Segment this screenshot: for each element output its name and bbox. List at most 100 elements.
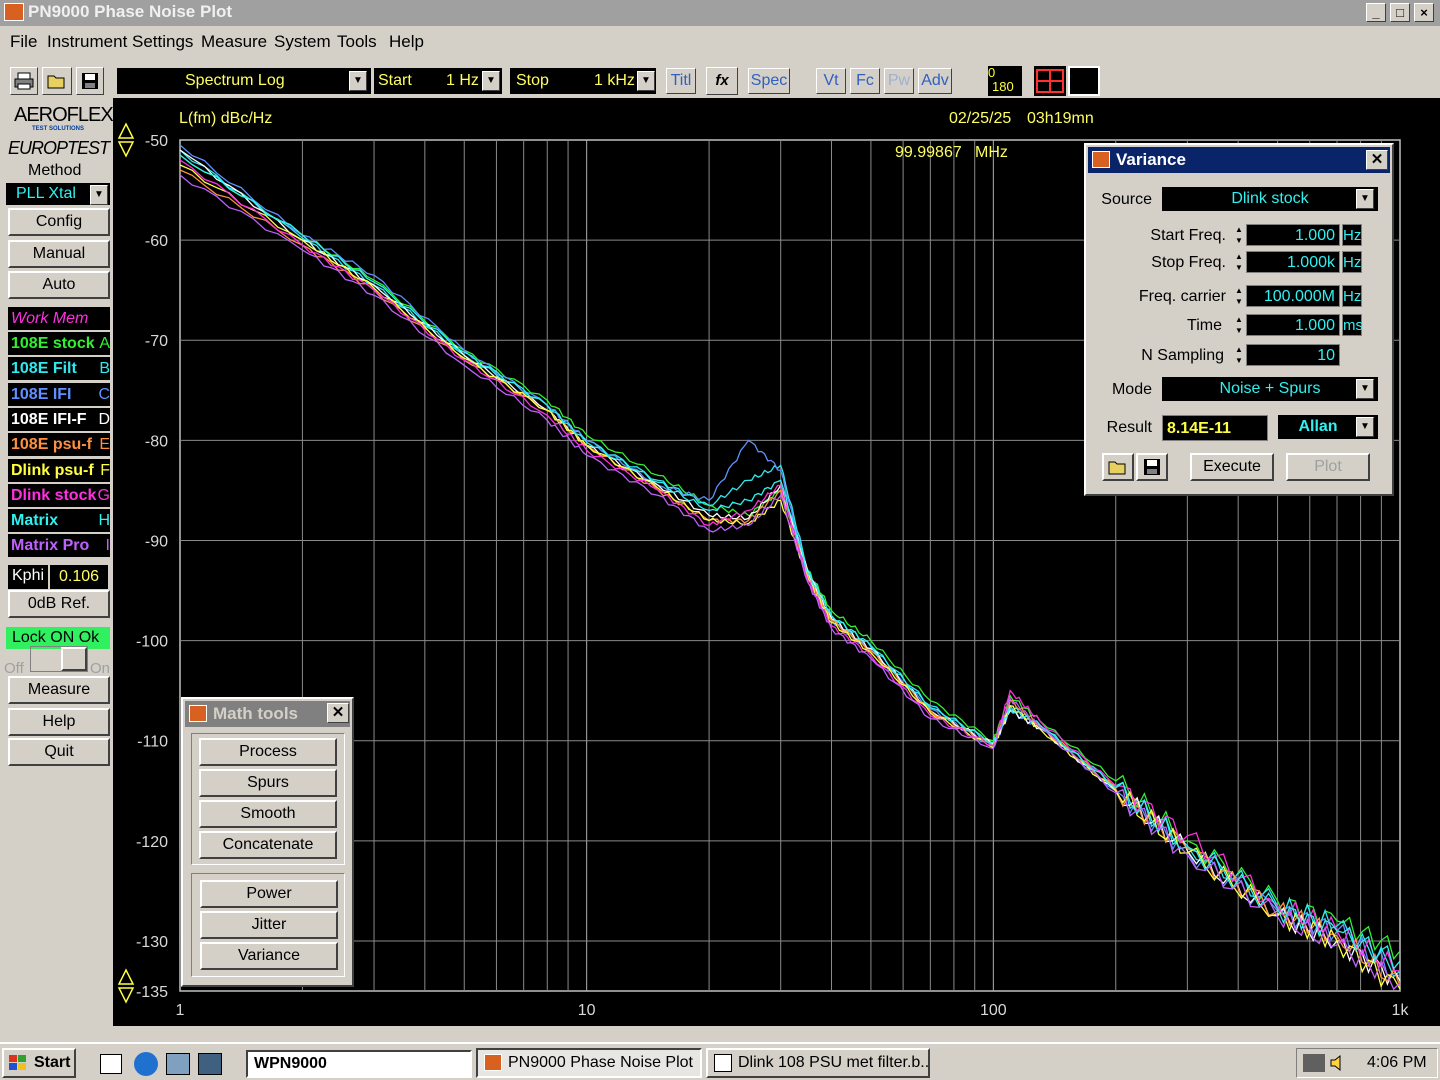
chevron-down-icon[interactable]: ▼ <box>482 71 500 91</box>
close-icon[interactable]: ✕ <box>1366 150 1388 170</box>
minimize-button[interactable]: _ <box>1366 3 1386 22</box>
freq-carrier-spinner[interactable]: ▲ ▼ <box>1234 285 1244 307</box>
menu-instrument[interactable]: Instrument <box>47 32 127 52</box>
n-sampling-field[interactable]: 10 <box>1246 344 1340 366</box>
toggle-handle[interactable] <box>61 647 87 671</box>
auto-button[interactable]: Auto <box>8 271 110 299</box>
quicklaunch-network-icon[interactable] <box>166 1053 190 1075</box>
europtest-logo: EUROPTEST <box>8 136 112 162</box>
start-freq-select[interactable]: Start 1 Hz ▼ <box>374 68 502 94</box>
print-button[interactable] <box>10 67 38 95</box>
jitter-button[interactable]: Jitter <box>200 911 338 939</box>
floppy-disk-icon <box>82 73 98 89</box>
measure-button[interactable]: Measure <box>8 676 110 704</box>
variance-type-select[interactable]: Allan ▼ <box>1278 415 1378 439</box>
memory-button[interactable]: Matrix H <box>8 509 110 533</box>
memory-button[interactable]: 108E psu-f E <box>8 433 110 457</box>
menu-settings[interactable]: Settings <box>132 32 193 52</box>
menu-measure[interactable]: Measure <box>201 32 267 52</box>
menu-tools[interactable]: Tools <box>337 32 377 52</box>
variance-button[interactable]: Variance <box>200 942 338 970</box>
memory-button[interactable]: 108E IFI-F D <box>8 407 110 431</box>
memory-button[interactable]: 108E Filt B <box>8 357 110 381</box>
time-field[interactable]: 1.000 <box>1246 314 1340 336</box>
zero-db-ref-button[interactable]: 0dB Ref. <box>8 590 110 618</box>
process-button[interactable]: Process <box>199 738 337 766</box>
stop-freq-select[interactable]: Stop 1 kHz ▼ <box>510 68 656 94</box>
freq-carrier-field[interactable]: 100.000M <box>1246 285 1340 307</box>
title-button[interactable]: Titl <box>666 68 696 94</box>
work-mem-button[interactable]: Work Mem <box>8 307 110 330</box>
save-button[interactable] <box>76 67 104 95</box>
quit-button[interactable]: Quit <box>8 738 110 766</box>
method-select[interactable]: PLL Xtal ▼ <box>6 183 110 205</box>
start-button[interactable]: Start <box>2 1048 76 1078</box>
quicklaunch-edit-icon[interactable] <box>100 1054 122 1074</box>
menu-file[interactable]: File <box>10 32 37 52</box>
close-button[interactable]: × <box>1414 3 1434 22</box>
time-spinner[interactable]: ▲ ▼ <box>1234 314 1244 336</box>
task-dlink[interactable]: Dlink 108 PSU met filter.b... <box>706 1048 930 1078</box>
maximize-button[interactable]: □ <box>1390 3 1410 22</box>
n-sampling-spinner[interactable]: ▲ ▼ <box>1234 344 1244 366</box>
chevron-down-icon[interactable]: ▼ <box>349 71 367 91</box>
plot-button[interactable]: Plot <box>1286 453 1370 481</box>
memory-button[interactable]: 108E IFI C <box>8 382 110 406</box>
smooth-button[interactable]: Smooth <box>199 800 337 828</box>
help-button[interactable]: Help <box>8 708 110 736</box>
start-freq-spinner[interactable]: ▲ ▼ <box>1234 224 1244 246</box>
manual-button[interactable]: Manual <box>8 240 110 268</box>
lock-toggle[interactable] <box>30 646 88 672</box>
execute-button[interactable]: Execute <box>1190 453 1274 481</box>
address-toolbar[interactable]: WPN9000 <box>246 1050 472 1078</box>
chevron-down-icon[interactable]: ▼ <box>90 185 108 205</box>
function-button[interactable]: fx <box>706 67 738 95</box>
memory-key: G <box>97 486 110 504</box>
memory-label: 108E psu-f <box>11 436 92 454</box>
adv-button[interactable]: Adv <box>918 68 952 94</box>
pw-button[interactable]: Pw <box>884 68 914 94</box>
memory-button[interactable]: 108E stock A <box>8 332 110 355</box>
quicklaunch-desktop-icon[interactable] <box>198 1053 222 1075</box>
config-button[interactable]: Config <box>8 208 110 236</box>
task-pn9000[interactable]: PN9000 Phase Noise Plot <box>476 1048 702 1078</box>
spurs-button[interactable]: Spurs <box>199 769 337 797</box>
phase-angle-button[interactable]: 0 180 <box>988 66 1022 96</box>
source-select[interactable]: Dlink stock ▼ <box>1162 187 1378 211</box>
open-button[interactable] <box>42 67 72 95</box>
save-file-button[interactable] <box>1136 453 1168 481</box>
start-freq-unit[interactable]: Hz <box>1342 224 1362 246</box>
vt-button[interactable]: Vt <box>816 68 846 94</box>
menu-help[interactable]: Help <box>389 32 424 52</box>
fc-button[interactable]: Fc <box>850 68 880 94</box>
start-freq-field[interactable]: 1.000 <box>1246 224 1340 246</box>
memory-button[interactable]: Dlink psu-f F <box>8 458 110 482</box>
mode-select[interactable]: Noise + Spurs ▼ <box>1162 377 1378 401</box>
grid-toggle-button[interactable] <box>1034 66 1066 96</box>
stop-freq-field[interactable]: 1.000k <box>1246 251 1340 273</box>
tray-app-icon[interactable] <box>1303 1054 1325 1072</box>
display-mode-select[interactable]: Spectrum Log ▼ <box>117 68 371 94</box>
brand-aeroflex: AEROFLEX <box>14 104 114 126</box>
spec-button[interactable]: Spec <box>748 68 790 94</box>
color-button[interactable] <box>1068 66 1100 96</box>
math-group-2: Power Jitter Variance <box>191 873 345 977</box>
close-icon[interactable]: ✕ <box>327 703 349 723</box>
concatenate-button[interactable]: Concatenate <box>199 831 337 859</box>
menu-system[interactable]: System <box>274 32 331 52</box>
volume-icon[interactable] <box>1329 1054 1347 1072</box>
open-file-button[interactable] <box>1102 453 1134 481</box>
chevron-down-icon[interactable]: ▼ <box>1356 417 1374 437</box>
power-button[interactable]: Power <box>200 880 338 908</box>
time-unit[interactable]: ms <box>1342 314 1363 336</box>
stop-freq-spinner[interactable]: ▲ ▼ <box>1234 251 1244 273</box>
stop-freq-unit[interactable]: Hz <box>1342 251 1362 273</box>
memory-key: B <box>99 360 110 378</box>
memory-button[interactable]: Matrix Pro I <box>8 534 110 558</box>
chevron-down-icon[interactable]: ▼ <box>1356 189 1374 209</box>
chevron-down-icon[interactable]: ▼ <box>637 71 655 91</box>
chevron-down-icon[interactable]: ▼ <box>1356 379 1374 399</box>
memory-button[interactable]: Dlink stock G <box>8 483 110 507</box>
freq-carrier-unit[interactable]: Hz <box>1342 285 1362 307</box>
quicklaunch-ie-icon[interactable] <box>134 1052 158 1076</box>
